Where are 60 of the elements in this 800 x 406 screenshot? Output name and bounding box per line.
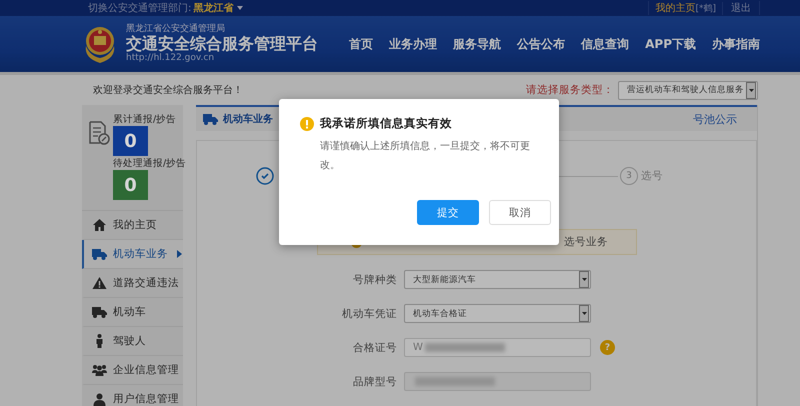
field-label: 合格证号 <box>352 340 398 354</box>
document-icon <box>88 121 110 145</box>
nav-link[interactable]: 首页 <box>349 36 374 52</box>
number-pool-link[interactable]: 号池公示 <box>693 112 737 126</box>
stat-label: 待处理通报/抄告 <box>113 157 186 170</box>
my-home-link[interactable]: 我的主页 <box>648 1 696 15</box>
agency-name: 黑龙江省公安交通管理局 <box>126 24 226 35</box>
notice-text: 选号业务 <box>564 235 608 249</box>
nav-link[interactable]: 业务办理 <box>389 36 438 52</box>
warning-icon <box>92 277 107 289</box>
sidebar-item[interactable]: 机动车 <box>82 298 183 327</box>
caret-icon <box>748 88 754 92</box>
department-switch-label: 切换公安交通管理部门: <box>88 2 192 15</box>
submit-button[interactable]: 提交 <box>417 200 479 225</box>
field-label: 号牌种类 <box>352 272 398 286</box>
service-type-label: 请选择服务类型： <box>526 83 614 97</box>
select-field[interactable]: 机动车合格证 <box>404 304 591 323</box>
field-label: 品牌型号 <box>352 374 398 388</box>
sidebar-item[interactable]: 企业信息管理 <box>82 356 183 385</box>
dropdown-button[interactable] <box>746 82 756 98</box>
cancel-button[interactable]: 取消 <box>489 200 551 225</box>
caret-icon <box>582 312 586 315</box>
user-name: [*鹤] <box>695 2 723 14</box>
caret-icon <box>582 278 586 281</box>
stat-count[interactable]: 0 <box>113 170 148 200</box>
nav-link[interactable]: 服务导航 <box>453 36 502 52</box>
dropdown-button[interactable] <box>579 271 589 288</box>
sidebar-item[interactable]: 道路交通违法 <box>82 269 183 298</box>
dropdown-button[interactable] <box>579 305 589 322</box>
arrow-icon <box>177 250 182 258</box>
step-label: 选号 <box>641 169 663 183</box>
stat-count[interactable]: 0 <box>113 126 148 156</box>
dialog-title: 我承诺所填信息真实有效 <box>320 116 452 131</box>
sidebar-item[interactable]: 用户信息管理 <box>82 385 183 406</box>
nav-link[interactable]: APP下载 <box>645 36 696 52</box>
nav-link[interactable]: 办事指南 <box>712 36 760 52</box>
logout-link[interactable]: 退出 <box>723 1 760 15</box>
site-url: http://hl.122.gov.cn <box>126 53 216 64</box>
truck-icon <box>92 306 107 318</box>
field-label: 机动车凭证 <box>341 306 398 320</box>
nav-link[interactable]: 信息查询 <box>581 36 630 52</box>
region-dropdown[interactable]: 黑龙江省 <box>193 1 234 15</box>
sidebar-item[interactable]: 驾驶人 <box>82 327 183 356</box>
caret-icon <box>237 6 244 10</box>
section-title: 机动车业务 <box>223 112 273 126</box>
user-icon <box>92 392 107 406</box>
site-title: 交通安全综合服务管理平台 <box>126 34 318 53</box>
welcome-text: 欢迎登录交通安全综合服务平台！ <box>93 84 243 97</box>
truck-icon <box>203 113 218 125</box>
sidebar-item[interactable]: 机动车业务 <box>82 240 183 269</box>
group-icon <box>92 364 107 376</box>
service-type-select[interactable]: 营运机动车和驾驶人信息服务 <box>618 80 758 100</box>
nav-link[interactable]: 公告公布 <box>517 36 566 52</box>
home-icon <box>92 219 107 231</box>
dialog-message: 请谨慎确认上述所填信息，一旦提交，将不可更改。 <box>320 140 530 173</box>
select-field[interactable]: 大型新能源汽车 <box>404 270 591 289</box>
stat-label: 累计通报/抄告 <box>113 113 178 126</box>
step-number: 3 <box>620 167 638 185</box>
truck-icon <box>92 248 107 260</box>
warning-icon <box>300 116 314 130</box>
